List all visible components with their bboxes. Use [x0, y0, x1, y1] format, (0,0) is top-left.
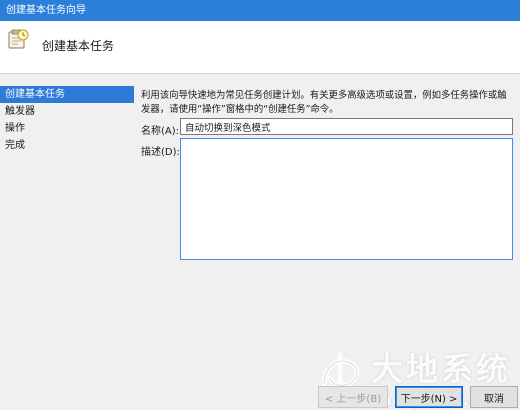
- step-label: 触发器: [5, 106, 35, 117]
- task-name-input[interactable]: [180, 118, 513, 135]
- step-action[interactable]: 操作: [0, 120, 134, 137]
- step-create-basic-task[interactable]: 创建基本任务: [0, 86, 134, 103]
- step-label: 操作: [5, 123, 25, 134]
- name-label: 名称(A):: [141, 126, 180, 137]
- description-label: 描述(D):: [141, 147, 180, 158]
- task-scheduler-icon: [7, 28, 29, 50]
- next-button[interactable]: 下一步(N) >: [395, 386, 463, 408]
- wizard-header: 创建基本任务: [0, 21, 520, 73]
- window-titlebar: 创建基本任务向导: [0, 0, 520, 21]
- back-button[interactable]: < 上一步(B): [318, 386, 388, 408]
- task-description-textarea[interactable]: [180, 138, 513, 260]
- step-label: 完成: [5, 140, 25, 151]
- cancel-button[interactable]: 取消: [470, 386, 518, 408]
- window-title: 创建基本任务向导: [6, 5, 86, 16]
- watermark-brand: 大地系统: [371, 350, 512, 388]
- wizard-page-title: 创建基本任务: [42, 39, 115, 53]
- wizard-body: 创建基本任务 触发器 操作 完成 利用该向导快速地为常见任务创建计划。有关更多高…: [0, 74, 520, 410]
- wizard-description: 利用该向导快速地为常见任务创建计划。有关更多高级选项或设置，例如多任务操作或触发…: [141, 90, 507, 115]
- watermark-logo-icon: [318, 348, 366, 390]
- step-trigger[interactable]: 触发器: [0, 103, 134, 120]
- step-finish[interactable]: 完成: [0, 137, 134, 154]
- step-label: 创建基本任务: [5, 89, 65, 100]
- wizard-steps-sidebar: 创建基本任务 触发器 操作 完成: [0, 86, 134, 154]
